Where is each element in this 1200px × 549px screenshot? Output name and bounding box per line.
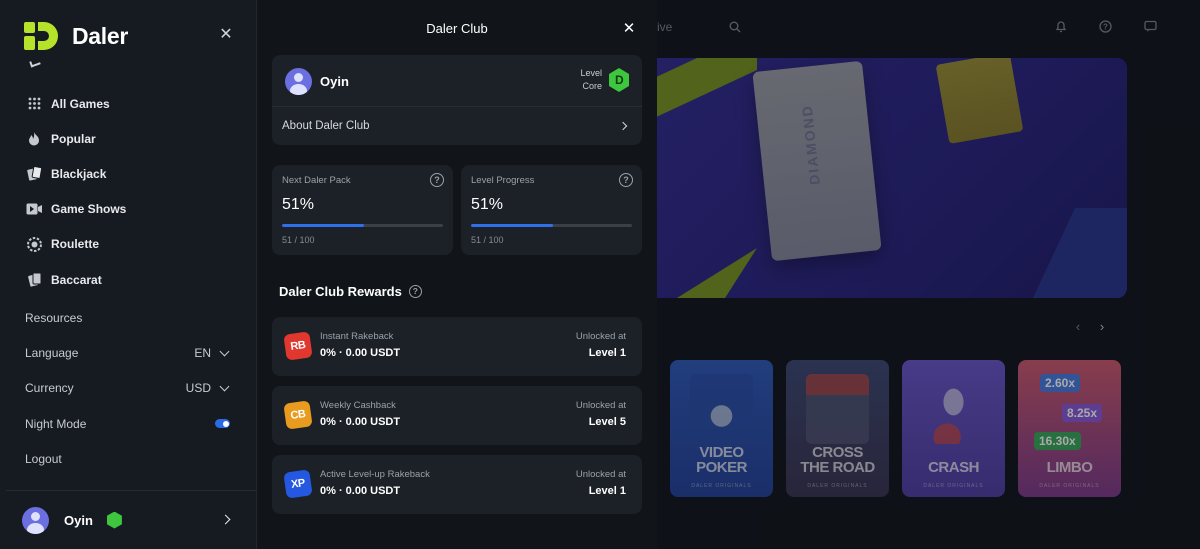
progress-bar bbox=[282, 224, 443, 227]
level-value: Core bbox=[582, 81, 602, 91]
level-info: Level Core bbox=[580, 68, 602, 91]
chevron-right-icon bbox=[220, 514, 231, 525]
grid-icon bbox=[25, 95, 43, 113]
sidebar: Daler ✕ All Games Popular Blackjack Game… bbox=[0, 0, 257, 549]
roulette-icon bbox=[25, 235, 43, 253]
flame-icon bbox=[25, 130, 43, 148]
help-icon[interactable]: ? bbox=[430, 173, 444, 187]
progress-percent: 51% bbox=[282, 196, 315, 213]
night-mode-row: Night Mode bbox=[25, 406, 232, 441]
games-menu: All Games Popular Blackjack Game Shows R… bbox=[25, 86, 126, 297]
sidebar-item-all-games[interactable]: All Games bbox=[25, 86, 126, 121]
night-mode-toggle[interactable] bbox=[215, 419, 230, 429]
cards-icon bbox=[25, 165, 43, 183]
level-progress-card: Level Progress ? 51% 51 / 100 bbox=[461, 165, 642, 255]
user-profile-button[interactable]: Oyin bbox=[22, 505, 234, 535]
reward-instant-rakeback[interactable]: RB Instant Rakeback 0% · 0.00 USDT Unloc… bbox=[272, 317, 642, 376]
sidebar-item-roulette[interactable]: Roulette bbox=[25, 227, 126, 262]
sidebar-item-label: Game Shows bbox=[51, 202, 127, 217]
currency-selector[interactable]: Currency USD bbox=[25, 371, 232, 406]
user-name: Oyin bbox=[64, 512, 93, 528]
sidebar-item-label: Blackjack bbox=[51, 166, 107, 181]
daler-club-panel: Daler Club ✕ Oyin Level Core About Daler… bbox=[257, 0, 657, 549]
logo[interactable]: Daler bbox=[24, 22, 128, 50]
settings-menu: Resources Language EN Currency USD Night… bbox=[25, 300, 232, 477]
chevron-down-icon bbox=[219, 381, 230, 392]
reward-active-level-up-rakeback[interactable]: XP Active Level-up Rakeback 0% · 0.00 US… bbox=[272, 455, 642, 514]
currency-value: USD bbox=[185, 381, 211, 396]
level-badge-icon bbox=[106, 511, 122, 529]
progress-percent: 51% bbox=[471, 196, 504, 213]
sidebar-item-label: Popular bbox=[51, 131, 96, 146]
sidebar-item-label: All Games bbox=[51, 96, 110, 111]
help-icon[interactable]: ? bbox=[408, 285, 422, 298]
chevron-right-icon bbox=[618, 121, 628, 131]
sidebar-item-blackjack[interactable]: Blackjack bbox=[25, 156, 126, 191]
divider bbox=[6, 490, 256, 491]
language-selector[interactable]: Language EN bbox=[25, 335, 232, 370]
logout-button[interactable]: Logout bbox=[25, 442, 232, 477]
about-daler-club-link[interactable]: About Daler Club bbox=[282, 107, 629, 145]
cashback-badge-icon: CB bbox=[283, 400, 313, 430]
next-pack-card: Next Daler Pack ? 51% 51 / 100 bbox=[272, 165, 453, 255]
brand-name: Daler bbox=[72, 22, 129, 49]
avatar bbox=[22, 506, 49, 534]
panel-title: Daler Club bbox=[426, 21, 488, 36]
help-icon[interactable]: ? bbox=[619, 173, 633, 187]
chevron-down-icon bbox=[219, 346, 230, 357]
rewards-heading: Daler Club Rewards ? bbox=[279, 284, 422, 299]
sidebar-item-label: Roulette bbox=[51, 237, 99, 252]
user-name: Oyin bbox=[320, 73, 349, 89]
partial-menu-icon bbox=[29, 58, 41, 68]
reward-weekly-cashback[interactable]: CB Weekly Cashback 0% · 0.00 USDT Unlock… bbox=[272, 386, 642, 445]
play-icon bbox=[25, 200, 43, 218]
daler-logo-icon bbox=[24, 22, 58, 50]
progress-count: 51 / 100 bbox=[471, 235, 504, 245]
user-level-card: Oyin Level Core About Daler Club bbox=[272, 55, 642, 145]
baccarat-icon bbox=[25, 271, 43, 289]
language-value: EN bbox=[194, 346, 211, 361]
sidebar-item-game-shows[interactable]: Game Shows bbox=[25, 192, 126, 227]
xp-badge-icon: XP bbox=[283, 469, 313, 499]
progress-count: 51 / 100 bbox=[282, 235, 315, 245]
close-icon[interactable]: ✕ bbox=[619, 19, 639, 39]
sidebar-item-label: Baccarat bbox=[51, 272, 102, 287]
sidebar-item-popular[interactable]: Popular bbox=[25, 121, 126, 156]
rakeback-badge-icon: RB bbox=[283, 331, 313, 361]
avatar bbox=[285, 67, 312, 95]
progress-bar bbox=[471, 224, 632, 227]
sidebar-close-icon[interactable]: ✕ bbox=[215, 24, 237, 46]
level-badge-icon bbox=[609, 68, 629, 92]
sidebar-item-resources[interactable]: Resources bbox=[25, 300, 232, 335]
sidebar-item-baccarat[interactable]: Baccarat bbox=[25, 262, 126, 297]
